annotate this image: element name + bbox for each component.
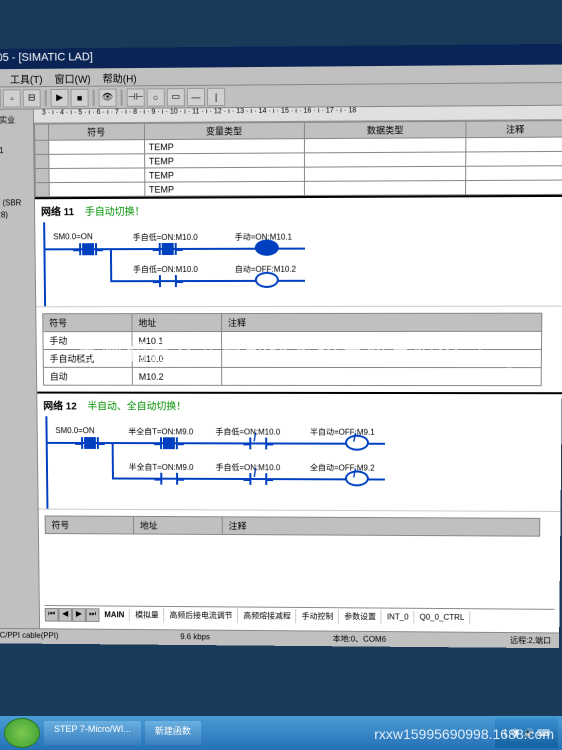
toolbar-btn-doc[interactable]: ▫	[3, 89, 21, 107]
tab-params[interactable]: 参数设置	[339, 609, 382, 624]
network-11-title: 网络 11	[41, 207, 74, 218]
sidebar-sbr9[interactable]: 9)	[0, 220, 32, 231]
toolbar-btn-box[interactable]: ▭	[167, 88, 185, 106]
menu-help[interactable]: 帮助(H)	[103, 70, 137, 84]
mouse-cursor-icon: ↖	[505, 363, 517, 380]
n11-coil-bot[interactable]	[255, 272, 279, 288]
tab-q0-ctrl[interactable]: Q0_0_CTRL	[415, 611, 471, 624]
tab-nav-prev[interactable]: ◀	[58, 608, 72, 622]
sym-col-address: 地址	[132, 314, 222, 332]
toolbar-btn-run[interactable]: ▶	[51, 88, 69, 106]
network-12-ladder[interactable]: SM0.0=ON 半全自T=ON:M9.0 手自低=ON:M10.0 / 半自动…	[38, 416, 562, 512]
n12-contact-2-bot[interactable]	[156, 470, 182, 488]
tab-nav-next[interactable]: ▶	[72, 608, 86, 622]
status-local-addr: 本地:0、COM6	[333, 634, 386, 645]
n11-coil-top[interactable]	[255, 240, 279, 256]
editor-content: 3 · ı · 4 · ı · 5 · ı · 6 · ı · 7 · ı · …	[34, 106, 562, 648]
toolbar-btn-coil[interactable]: ○	[147, 88, 165, 106]
window-title: 0705 - [SIMATIC LAD]	[0, 51, 93, 64]
toolbar-btn-stop[interactable]: ■	[71, 88, 89, 106]
status-baud: 9.6 kbps	[180, 632, 210, 643]
col-comment: 注释	[466, 121, 562, 138]
sym2-col-symbol: 符号	[45, 516, 133, 534]
toolbar-btn-monitor[interactable]: 👁	[99, 88, 117, 106]
sidebar-timestamp: 02:01	[0, 145, 31, 156]
menu-window[interactable]: 窗口(W)	[54, 70, 90, 84]
tab-manual[interactable]: 手动控制	[297, 609, 340, 624]
tab-int0[interactable]: INT_0	[382, 611, 415, 624]
sym2-col-address: 地址	[133, 516, 222, 534]
n12-coil-bot[interactable]	[345, 470, 369, 486]
toolbar-btn-line-h[interactable]: —	[187, 87, 205, 105]
symbol-row: 自动M10.2	[43, 367, 541, 385]
variable-declaration-table[interactable]: 符号 变量类型 数据类型 注释 TEMP TEMP TEMP TEMP	[34, 120, 562, 197]
network-11-comment: 手自动切换！	[85, 207, 145, 218]
tab-nav-last[interactable]: ⏭	[86, 608, 100, 622]
network-12-symbol-table[interactable]: 符号 地址 注释	[45, 515, 540, 536]
watermark-url: rxxw15995690998.1688.com	[374, 726, 554, 742]
start-button[interactable]	[4, 718, 40, 748]
network-12-title: 网络 12	[43, 401, 77, 412]
n11-contact-1[interactable]	[75, 240, 101, 258]
n12-contact-3[interactable]	[245, 435, 271, 453]
sym2-col-comment: 注释	[222, 517, 539, 536]
network-12-header[interactable]: 网络 12 半自动、全自动切换！	[37, 392, 562, 418]
n12-coil-top[interactable]	[345, 435, 369, 451]
col-symbol: 符号	[48, 123, 144, 140]
tab-nav-first[interactable]: ⏮	[45, 607, 59, 621]
tab-current-adj[interactable]: 高频后接电流调节	[165, 608, 239, 623]
network-11-header[interactable]: 网络 11 手自动切换！	[35, 195, 562, 222]
sidebar-sbr10[interactable]: 10)	[0, 231, 32, 242]
sidebar-sbr-title[interactable]: 调节 (SBR	[0, 196, 32, 209]
toolbar-btn-db[interactable]: ⊟	[23, 89, 41, 107]
sidebar-item-project[interactable]: 辅销实业	[0, 114, 31, 127]
tab-main[interactable]: MAIN	[99, 608, 130, 621]
status-bar: PC/PPI cable(PPI) 9.6 kbps 本地:0、COM6 远程:…	[0, 628, 559, 648]
col-data-type: 数据类型	[304, 121, 466, 138]
col-var-type: 变量类型	[144, 122, 304, 139]
network-12-comment: 半自动、全自动切换！	[87, 402, 186, 413]
taskbar-item-step7[interactable]: STEP 7-Micro/WI...	[44, 721, 141, 745]
n12-contact-3-bot[interactable]	[245, 470, 271, 488]
menu-tools[interactable]: 工具(T)	[10, 71, 43, 84]
toolbar-btn-contact[interactable]: ⊣⊢	[127, 88, 145, 106]
n12-contact-1[interactable]	[77, 434, 103, 452]
n12-contact-2[interactable]	[156, 434, 182, 452]
n11-contact-2-bot[interactable]	[155, 272, 181, 290]
toolbar-btn-line-v[interactable]: |	[207, 87, 225, 105]
status-remote: 远程:2,端口	[510, 635, 551, 646]
n11-contact-2[interactable]	[155, 240, 181, 258]
symbol-row: 手动M10.1	[43, 331, 541, 349]
sidebar-sbr8[interactable]: SBR8)	[0, 209, 32, 220]
network-11-ladder[interactable]: SM0.0=ON 手自低=ON:M10.0 手动=ON:M10.1 手自低=ON…	[35, 220, 562, 307]
tab-weld-proc[interactable]: 高频熔接减程	[238, 608, 296, 623]
sym-col-symbol: 符号	[43, 314, 132, 332]
tab-analog[interactable]: 模拟量	[130, 608, 164, 623]
toolbar-btn-new[interactable]: ✎	[0, 89, 1, 107]
network-11-symbol-table[interactable]: 符号 地址 注释 手动M10.1 手自动模式M10.0 自动M10.2	[42, 313, 542, 386]
symbol-row: 手自动模式M10.0	[43, 349, 541, 367]
status-connection: PC/PPI cable(PPI)	[0, 631, 59, 642]
taskbar-item-other[interactable]: 新建函数	[145, 721, 201, 745]
sym-col-comment: 注释	[221, 313, 541, 331]
